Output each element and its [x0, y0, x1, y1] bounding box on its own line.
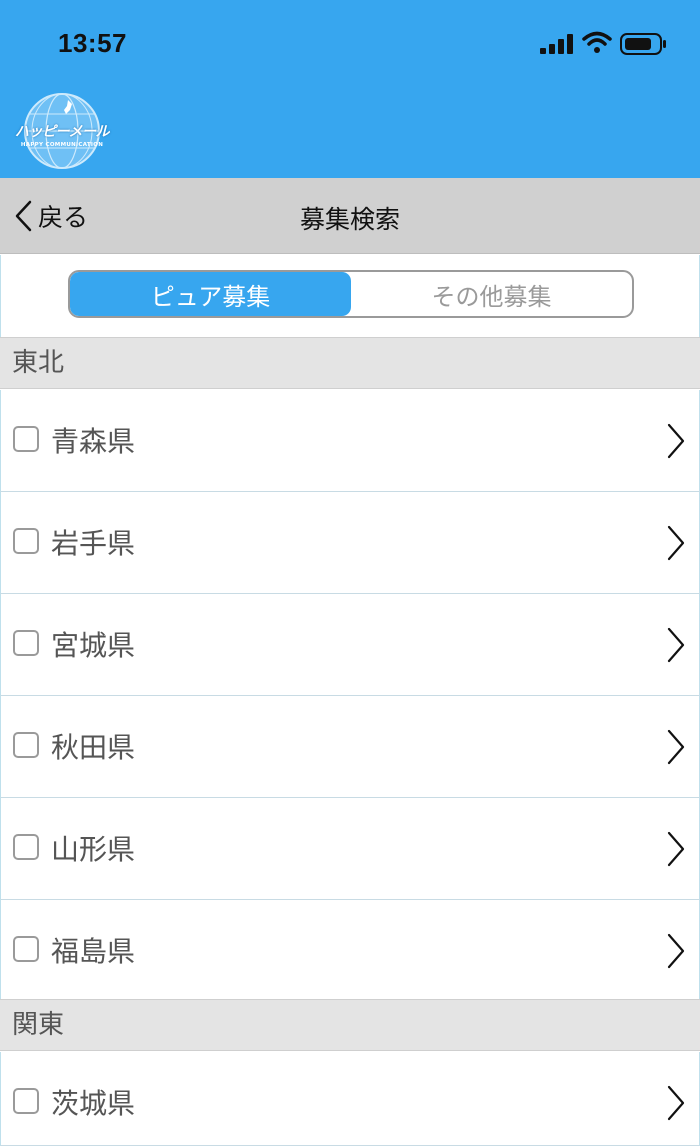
checkbox[interactable]: [13, 630, 39, 656]
chevron-right-icon: [667, 627, 685, 663]
chevron-right-icon: [667, 1085, 685, 1121]
segment-area: ピュア募集 その他募集: [0, 255, 700, 337]
logo-subtext: HAPPY COMMUNICATION: [20, 142, 104, 148]
list-item[interactable]: 秋田県: [0, 696, 700, 798]
nav-bar: 戻る 募集検索: [0, 178, 700, 254]
battery-icon: [620, 33, 666, 55]
checkbox[interactable]: [13, 528, 39, 554]
page-title: 募集検索: [299, 205, 400, 234]
checkbox[interactable]: [13, 732, 39, 758]
prefecture-label: 茨城県: [51, 1087, 136, 1120]
list-item[interactable]: 岩手県: [0, 492, 700, 594]
checkbox[interactable]: [13, 936, 39, 962]
app-logo: ハッピーメール HAPPY COMMUNICATION: [10, 92, 114, 170]
app-header: 13:57 ハッピーメール HAPPY COMMUNICATION: [0, 0, 700, 178]
list-item[interactable]: 宮城県: [0, 594, 700, 696]
prefecture-label: 福島県: [51, 935, 136, 968]
region-header-kanto: 関東: [0, 999, 700, 1051]
tab-other[interactable]: その他募集: [351, 272, 632, 316]
chevron-right-icon: [667, 933, 685, 969]
chevron-right-icon: [667, 423, 685, 459]
list-item[interactable]: 青森県: [0, 390, 700, 492]
segmented-control: ピュア募集 その他募集: [68, 270, 634, 318]
prefecture-label: 岩手県: [51, 527, 136, 560]
prefecture-label: 青森県: [51, 425, 136, 458]
checkbox[interactable]: [13, 1088, 39, 1114]
status-time: 13:57: [58, 28, 127, 58]
chevron-right-icon: [667, 831, 685, 867]
back-label: 戻る: [38, 203, 89, 232]
tab-pure[interactable]: ピュア募集: [70, 272, 351, 316]
back-button[interactable]: 戻る: [12, 196, 88, 236]
prefecture-label: 秋田県: [51, 731, 136, 764]
list-item[interactable]: 茨城県: [0, 1052, 700, 1146]
region-header-tohoku: 東北: [0, 337, 700, 389]
chevron-right-icon: [667, 729, 685, 765]
logo-text: ハッピーメール: [15, 124, 109, 140]
signal-icon: [540, 34, 573, 54]
list-item[interactable]: 福島県: [0, 900, 700, 1002]
prefecture-label: 山形県: [51, 833, 136, 866]
wifi-icon: [582, 31, 612, 53]
chevron-right-icon: [667, 525, 685, 561]
chevron-left-icon: [15, 200, 32, 232]
list-item[interactable]: 山形県: [0, 798, 700, 900]
checkbox[interactable]: [13, 426, 39, 452]
checkbox[interactable]: [13, 834, 39, 860]
prefecture-label: 宮城県: [51, 629, 136, 662]
